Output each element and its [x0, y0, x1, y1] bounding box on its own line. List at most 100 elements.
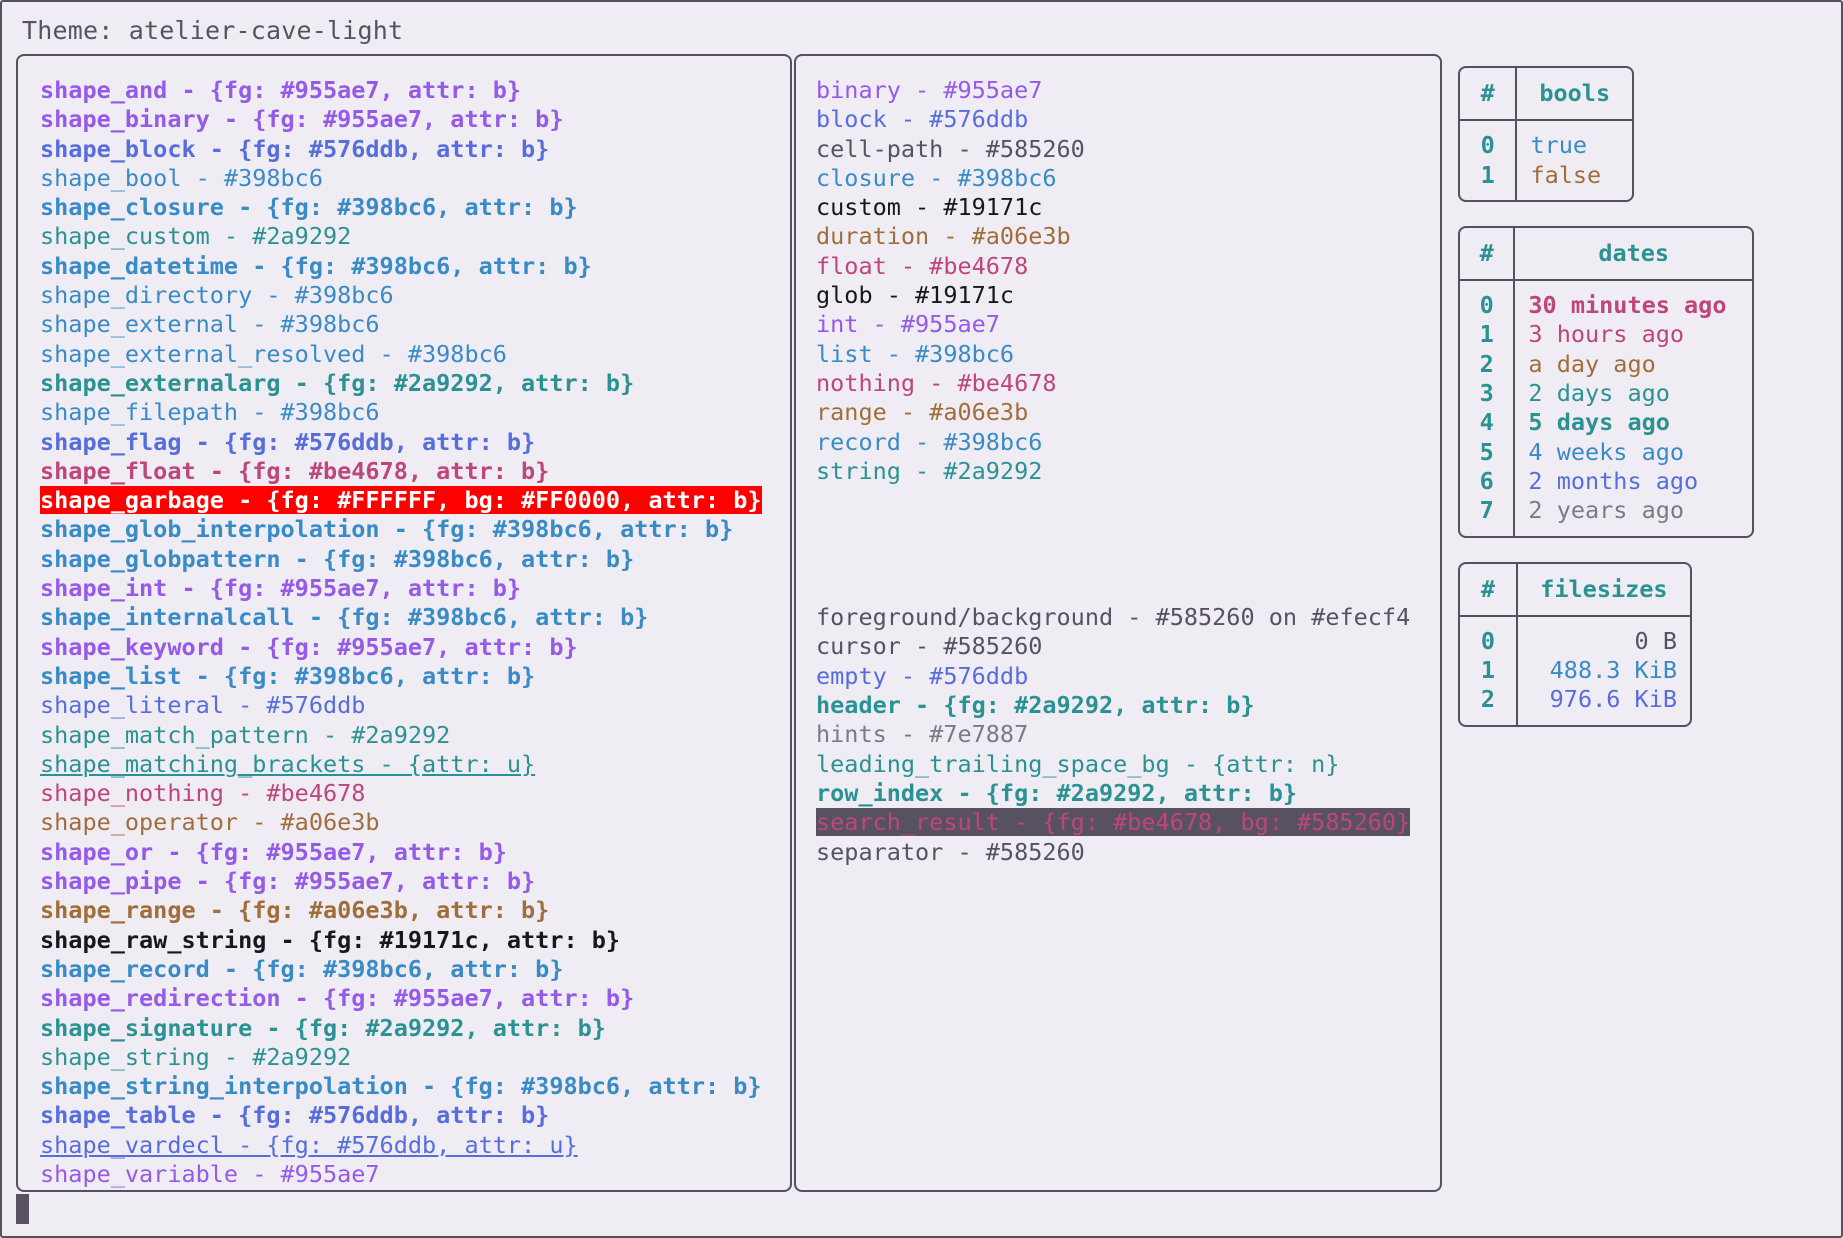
dates-row-index: 3: [1460, 379, 1516, 409]
shape-line: shape_binary - {fg: #955ae7, attr: b}: [40, 105, 790, 134]
type-line: cell-path - #585260: [816, 135, 1440, 164]
dates-row-value: 2 days ago: [1528, 379, 1670, 408]
dates-row-index: 4: [1460, 408, 1516, 438]
shape-line-text: shape_literal - #576ddb: [40, 691, 366, 720]
types-pane: binary - #955ae7 block - #576ddb cell-path…: [794, 54, 1442, 1192]
dates-row-value: 2 months ago: [1528, 466, 1699, 495]
bools-table: # bools 0 true 1 false: [1458, 66, 1634, 202]
dates-table-body: 0 30 minutes ago 1 3 hours ago 2 a day ago 3 2 …: [1460, 280, 1752, 536]
bools-header-index: #: [1460, 68, 1518, 122]
shape-line-text: shape_or - {fg: #955ae7, attr: b}: [40, 837, 507, 866]
dates-header-index: #: [1460, 227, 1516, 282]
table-row: 1 488.3 KiB: [1460, 656, 1690, 686]
dates-row-value: 3 hours ago: [1528, 320, 1685, 349]
shape-line: shape_custom - #2a9292: [40, 222, 790, 251]
types-ui-spacer: [816, 486, 1440, 603]
type-line-text: duration - #a06e3b: [816, 222, 1071, 251]
filesizes-row-value: 976.6 KiB: [1549, 685, 1677, 714]
type-line-text: nothing - #be4678: [816, 368, 1057, 397]
shape-line: shape_string - #2a9292: [40, 1043, 790, 1072]
shape-line-text: shape_flag - {fg: #576ddb, attr: b}: [40, 427, 536, 456]
type-line: binary - #955ae7: [816, 76, 1440, 105]
table-row: 0 true: [1460, 120, 1632, 161]
table-row: 5 4 weeks ago: [1460, 437, 1752, 467]
ui-line: empty - #576ddb: [816, 662, 1440, 691]
table-header-row: # filesizes: [1460, 563, 1690, 617]
ui-line: hints - #7e7887: [816, 720, 1440, 749]
shape-line-text: shape_pipe - {fg: #955ae7, attr: b}: [40, 867, 536, 896]
shape-line-text: shape_variable - #955ae7: [40, 1159, 380, 1188]
shape-line: shape_range - {fg: #a06e3b, attr: b}: [40, 896, 790, 925]
shape-line-text: shape_nothing - #be4678: [40, 779, 366, 808]
bools-row-index: 0: [1460, 120, 1518, 161]
shape-line: shape_record - {fg: #398bc6, attr: b}: [40, 955, 790, 984]
shape-line-text: shape_operator - #a06e3b: [40, 808, 380, 837]
shape-line: shape_datetime - {fg: #398bc6, attr: b}: [40, 252, 790, 281]
shape-line-text: shape_vardecl - {fg: #576ddb, attr: u}: [40, 1130, 578, 1159]
shape-line-text: shape_float - {fg: #be4678, attr: b}: [40, 456, 550, 485]
shape-line: shape_directory - #398bc6: [40, 281, 790, 310]
table-row: 2 a day ago: [1460, 349, 1752, 380]
shape-line-text: shape_custom - #2a9292: [40, 222, 352, 251]
shape-line-text: shape_block - {fg: #576ddb, attr: b}: [40, 134, 550, 163]
types-line-list: binary - #955ae7 block - #576ddb cell-path…: [796, 56, 1440, 486]
shape-line-text: shape_match_pattern - #2a9292: [40, 720, 451, 749]
table-row: 0 30 minutes ago: [1460, 280, 1752, 321]
dates-row-index: 2: [1460, 349, 1516, 380]
shape-line: shape_signature - {fg: #2a9292, attr: b}: [40, 1014, 790, 1043]
bools-row-index: 1: [1460, 160, 1518, 200]
type-line: block - #576ddb: [816, 105, 1440, 134]
type-line-text: binary - #955ae7: [816, 76, 1043, 104]
bools-table-body: 0 true 1 false: [1460, 120, 1632, 200]
dates-row-value: 30 minutes ago: [1528, 291, 1727, 320]
table-row: 6 2 months ago: [1460, 466, 1752, 497]
shapes-line-list: shape_and - {fg: #955ae7, attr: b} shape_…: [18, 56, 790, 1189]
type-line: duration - #a06e3b: [816, 222, 1440, 251]
type-line: string - #2a9292: [816, 457, 1440, 486]
type-line: nothing - #be4678: [816, 369, 1440, 398]
shape-line: shape_operator - #a06e3b: [40, 808, 790, 837]
type-line-text: int - #955ae7: [816, 310, 1000, 339]
shape-line: shape_float - {fg: #be4678, attr: b}: [40, 457, 790, 486]
table-row: 2 976.6 KiB: [1460, 685, 1690, 725]
type-line: float - #be4678: [816, 252, 1440, 281]
shape-line-text: shape_glob_interpolation - {fg: #398bc6,…: [40, 515, 734, 544]
shape-line-text: shape_closure - {fg: #398bc6, attr: b}: [40, 193, 578, 222]
filesizes-table-body: 0 0 B 1 488.3 KiB 2 976.6 KiB: [1460, 615, 1690, 725]
filesizes-row-index: 1: [1460, 656, 1518, 686]
ui-line-text: search_result - {fg: #be4678, bg: #58526…: [816, 808, 1411, 837]
shape-line: shape_table - {fg: #576ddb, attr: b}: [40, 1101, 790, 1130]
table-header-row: # bools: [1460, 68, 1632, 122]
shape-line-text: shape_directory - #398bc6: [40, 281, 394, 310]
shape-line-text: shape_internalcall - {fg: #398bc6, attr:…: [40, 603, 649, 632]
ui-line-text: row_index - {fg: #2a9292, attr: b}: [816, 778, 1298, 807]
page-title: Theme: atelier-cave-light: [22, 16, 404, 45]
table-row: 3 2 days ago: [1460, 379, 1752, 409]
shape-line-text: shape_garbage - {fg: #FFFFFF, bg: #FF000…: [40, 486, 762, 515]
type-line-text: custom - #19171c: [816, 193, 1043, 222]
shape-line-text: shape_external - #398bc6: [40, 310, 380, 339]
tables-stack: # bools 0 true 1 false # dates 0 30 minu…: [1444, 54, 1820, 727]
shape-line-text: shape_string - #2a9292: [40, 1042, 352, 1071]
ui-line: search_result - {fg: #be4678, bg: #58526…: [816, 808, 1440, 837]
shape-line: shape_literal - #576ddb: [40, 691, 790, 720]
shape-line-text: shape_raw_string - {fg: #19171c, attr: b…: [40, 925, 621, 954]
type-line-text: record - #398bc6: [816, 427, 1043, 456]
type-line: int - #955ae7: [816, 310, 1440, 339]
type-line: range - #a06e3b: [816, 398, 1440, 427]
shape-line-text: shape_range - {fg: #a06e3b, attr: b}: [40, 896, 550, 925]
shape-line-text: shape_filepath - #398bc6: [40, 398, 380, 427]
shape-line: shape_external_resolved - #398bc6: [40, 340, 790, 369]
bools-row-value: false: [1530, 160, 1602, 189]
ui-line-text: leading_trailing_space_bg - {attr: n}: [816, 749, 1340, 778]
shape-line-text: shape_keyword - {fg: #955ae7, attr: b}: [40, 632, 578, 661]
shape-line: shape_raw_string - {fg: #19171c, attr: b…: [40, 926, 790, 955]
shape-line-text: shape_globpattern - {fg: #398bc6, attr: …: [40, 544, 635, 573]
ui-line-text: header - {fg: #2a9292, attr: b}: [816, 691, 1255, 720]
ui-line: separator - #585260: [816, 838, 1440, 867]
shape-line: shape_glob_interpolation - {fg: #398bc6,…: [40, 515, 790, 544]
type-line-text: glob - #19171c: [816, 281, 1015, 310]
ui-line-list: foreground/background - #585260 on #efec…: [796, 486, 1440, 867]
filesizes-row-index: 2: [1460, 685, 1518, 725]
ui-line: leading_trailing_space_bg - {attr: n}: [816, 750, 1440, 779]
